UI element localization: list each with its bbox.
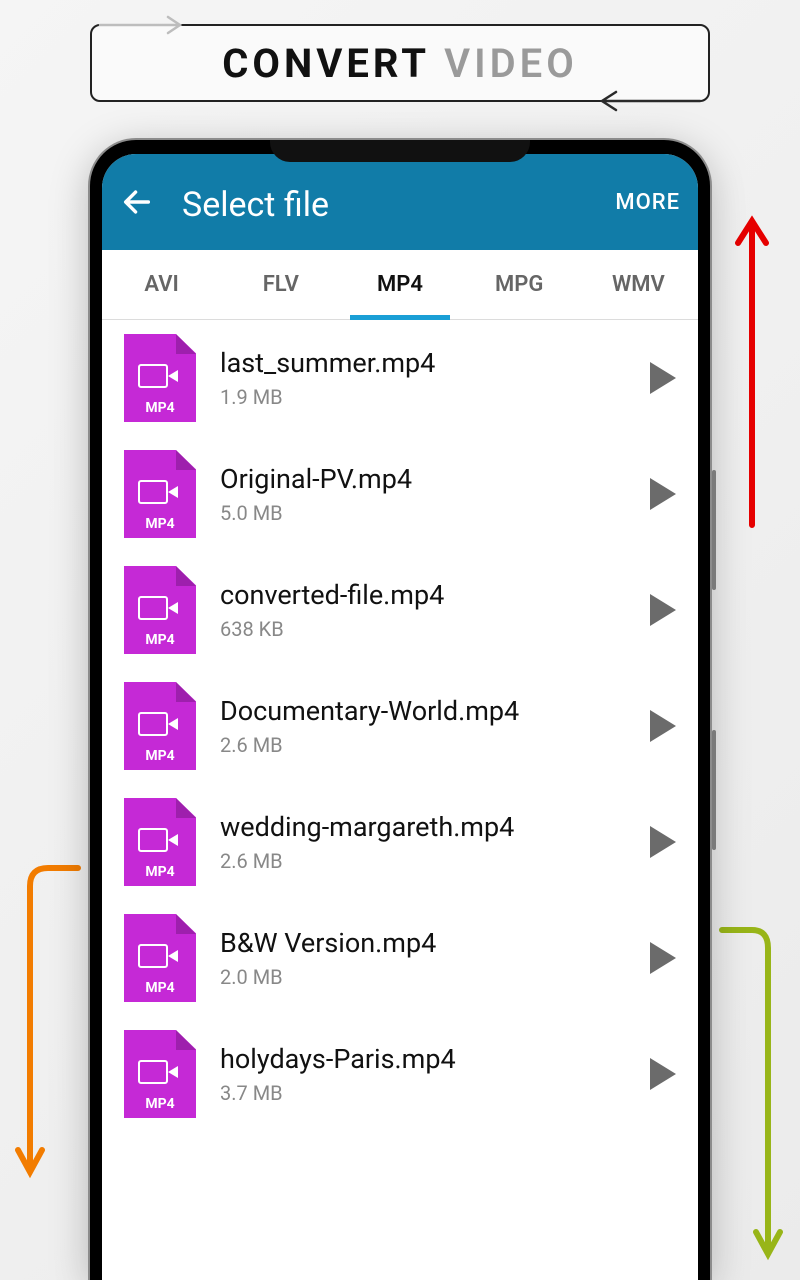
tab-mpg[interactable]: MPG [460, 250, 579, 319]
file-size: 2.6 MB [220, 849, 626, 873]
more-button[interactable]: MORE [615, 190, 680, 215]
play-icon[interactable] [650, 826, 676, 858]
file-meta: converted-file.mp4 638 KB [220, 579, 626, 641]
file-ext-label: MP4 [124, 516, 196, 532]
deco-arrow-orange-down-icon [8, 858, 88, 1198]
file-ext-label: MP4 [124, 400, 196, 416]
file-name: last_summer.mp4 [220, 347, 626, 379]
file-name: B&W Version.mp4 [220, 927, 626, 959]
file-name: wedding-margareth.mp4 [220, 811, 626, 843]
file-name: Documentary-World.mp4 [220, 695, 626, 727]
file-size: 2.6 MB [220, 733, 626, 757]
file-name: converted-file.mp4 [220, 579, 626, 611]
tab-wmv[interactable]: WMV [579, 250, 698, 319]
play-icon[interactable] [650, 478, 676, 510]
banner-word-2: VIDEO [444, 40, 578, 87]
play-icon[interactable] [650, 362, 676, 394]
file-ext-label: MP4 [124, 864, 196, 880]
file-size: 1.9 MB [220, 385, 626, 409]
file-list[interactable]: MP4 last_summer.mp4 1.9 MB MP4 Original-PV.m… [102, 320, 698, 1280]
list-item[interactable]: MP4 converted-file.mp4 638 KB [102, 552, 698, 668]
deco-arrow-green-down-icon [716, 920, 786, 1280]
list-item[interactable]: MP4 holydays-Paris.mp4 3.7 MB [102, 1016, 698, 1132]
tab-label: MPG [495, 272, 543, 297]
play-icon[interactable] [650, 1058, 676, 1090]
list-item[interactable]: MP4 B&W Version.mp4 2.0 MB [102, 900, 698, 1016]
file-ext-label: MP4 [124, 632, 196, 648]
list-item[interactable]: MP4 Original-PV.mp4 5.0 MB [102, 436, 698, 552]
phone-frame: Select file MORE AVI FLV MP4 MPG WMV MP4… [90, 140, 710, 1280]
list-item[interactable]: MP4 Documentary-World.mp4 2.6 MB [102, 668, 698, 784]
tab-label: WMV [612, 272, 665, 297]
banner-arrow-right-icon [98, 14, 188, 36]
file-type-icon: MP4 [124, 566, 196, 654]
file-type-icon: MP4 [124, 682, 196, 770]
file-size: 638 KB [220, 617, 626, 641]
play-icon[interactable] [650, 710, 676, 742]
file-meta: B&W Version.mp4 2.0 MB [220, 927, 626, 989]
tab-label: FLV [263, 272, 299, 297]
list-item[interactable]: MP4 last_summer.mp4 1.9 MB [102, 320, 698, 436]
file-ext-label: MP4 [124, 748, 196, 764]
tab-flv[interactable]: FLV [221, 250, 340, 319]
tabs: AVI FLV MP4 MPG WMV [102, 250, 698, 320]
appbar: Select file MORE [102, 154, 698, 250]
file-size: 2.0 MB [220, 965, 626, 989]
file-type-icon: MP4 [124, 450, 196, 538]
tab-avi[interactable]: AVI [102, 250, 221, 319]
play-icon[interactable] [650, 594, 676, 626]
arrow-left-icon [120, 185, 154, 219]
screen: Select file MORE AVI FLV MP4 MPG WMV MP4… [102, 154, 698, 1280]
play-icon[interactable] [650, 942, 676, 974]
file-ext-label: MP4 [124, 1096, 196, 1112]
file-meta: Original-PV.mp4 5.0 MB [220, 463, 626, 525]
banner-word-1: CONVERT [222, 40, 430, 87]
file-size: 3.7 MB [220, 1081, 626, 1105]
file-meta: Documentary-World.mp4 2.6 MB [220, 695, 626, 757]
file-ext-label: MP4 [124, 980, 196, 996]
list-item[interactable]: MP4 wedding-margareth.mp4 2.6 MB [102, 784, 698, 900]
file-name: holydays-Paris.mp4 [220, 1043, 626, 1075]
file-type-icon: MP4 [124, 798, 196, 886]
tab-mp4[interactable]: MP4 [340, 250, 459, 319]
tab-label: MP4 [377, 272, 423, 297]
file-size: 5.0 MB [220, 501, 626, 525]
banner-arrow-left-icon [592, 89, 702, 113]
file-name: Original-PV.mp4 [220, 463, 626, 495]
file-type-icon: MP4 [124, 914, 196, 1002]
file-type-icon: MP4 [124, 1030, 196, 1118]
back-button[interactable] [120, 185, 154, 219]
file-meta: holydays-Paris.mp4 3.7 MB [220, 1043, 626, 1105]
banner: CONVERT VIDEO [90, 24, 710, 102]
appbar-title: Select file [182, 179, 615, 225]
tab-label: AVI [144, 272, 178, 297]
deco-arrow-red-up-icon [722, 195, 782, 535]
file-meta: wedding-margareth.mp4 2.6 MB [220, 811, 626, 873]
file-type-icon: MP4 [124, 334, 196, 422]
file-meta: last_summer.mp4 1.9 MB [220, 347, 626, 409]
